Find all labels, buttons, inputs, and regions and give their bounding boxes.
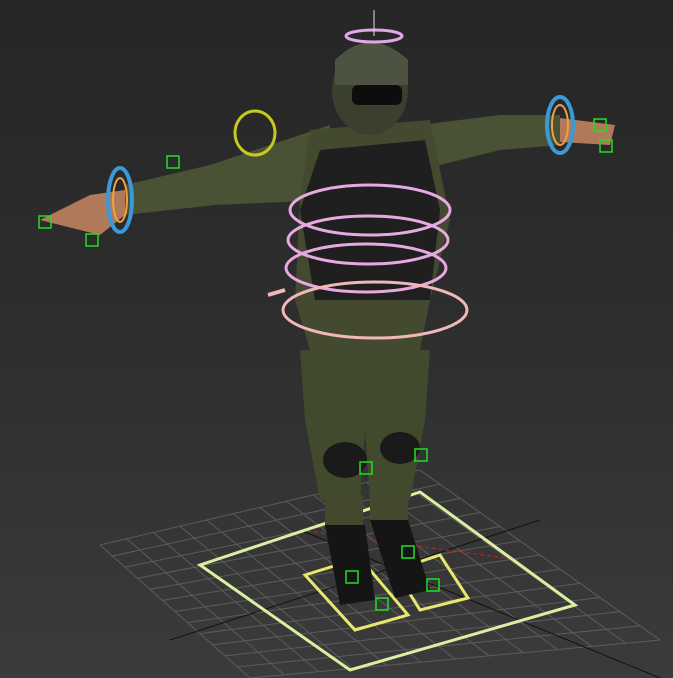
bone-box-icon[interactable] — [166, 155, 180, 169]
shoulder-control-icon[interactable] — [233, 109, 277, 157]
grid-line — [199, 582, 581, 635]
3d-viewport[interactable] — [0, 0, 673, 678]
viewport-scene[interactable] — [0, 0, 673, 678]
character-model[interactable] — [40, 42, 615, 606]
bone-box-icon[interactable] — [375, 597, 389, 611]
bone-box-icon[interactable] — [85, 233, 99, 247]
